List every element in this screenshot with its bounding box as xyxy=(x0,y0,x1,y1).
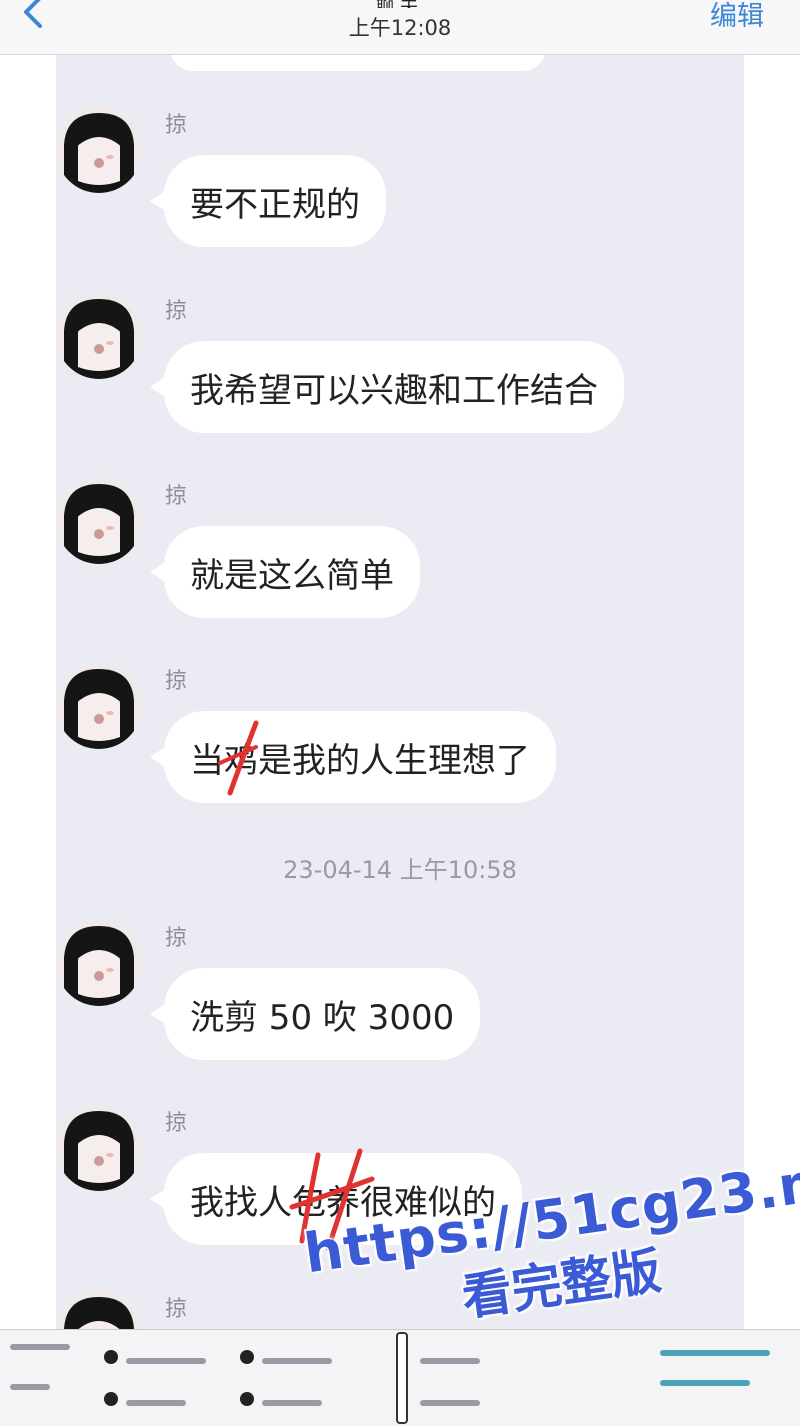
message-bubble[interactable]: 要不正规的 xyxy=(164,155,386,247)
avatar-image xyxy=(56,478,142,564)
thumb-text-line xyxy=(10,1384,50,1390)
sender-name: 掠 xyxy=(165,113,188,138)
thumb-avatar xyxy=(104,1350,118,1364)
message-bubble[interactable]: 就是这么简单 xyxy=(164,526,420,618)
chat-title: 聊天 xyxy=(0,0,800,8)
edit-button[interactable]: 编辑 xyxy=(710,0,764,33)
thumb-text-line xyxy=(10,1344,70,1350)
message-bubble[interactable]: 洗剪 50 吹 3000 xyxy=(164,968,481,1060)
sender-name: 掠 xyxy=(165,1297,188,1322)
chat-area[interactable]: 掠 要不正规的 掠 我希望可以兴趣和工作结合 掠 就是这么简单 掠 当鸡是我的人… xyxy=(56,55,744,1329)
avatar[interactable] xyxy=(56,1105,142,1191)
thumb-avatar xyxy=(240,1392,254,1406)
thumb-avatar xyxy=(240,1350,254,1364)
message-bubble[interactable]: 我希望可以兴趣和工作结合 xyxy=(164,341,624,433)
avatar-image xyxy=(56,293,142,379)
thumb-text-line xyxy=(126,1400,186,1406)
message-row: 掠 洗剪 50 吹 3000 xyxy=(56,920,744,1080)
message-bubble[interactable]: 当鸡是我的人生理想了 xyxy=(164,711,556,803)
avatar[interactable] xyxy=(56,1291,142,1329)
message-row: 掠 要不正规的 xyxy=(56,107,744,267)
previous-message-bubble xyxy=(170,55,546,71)
avatar-image xyxy=(56,1291,142,1329)
navigation-bar: 聊天 上午12:08 编辑 xyxy=(0,0,800,55)
thumb-text-line xyxy=(262,1400,322,1406)
avatar[interactable] xyxy=(56,107,142,193)
message-row: 掠 当鸡是我的人生理想了 xyxy=(56,663,744,823)
avatar-image xyxy=(56,920,142,1006)
timestamp: 23-04-14 上午10:58 xyxy=(283,856,517,884)
sender-name: 掠 xyxy=(165,299,188,324)
sender-name: 掠 xyxy=(165,484,188,509)
avatar-image xyxy=(56,1105,142,1191)
thumb-avatar xyxy=(104,1392,118,1406)
message-row: 掠 我希望可以兴趣和工作结合 xyxy=(56,293,744,453)
avatar-image xyxy=(56,107,142,193)
sender-name: 掠 xyxy=(165,669,188,694)
sender-name: 掠 xyxy=(165,1111,188,1136)
thumb-text-line xyxy=(126,1358,206,1364)
thumb-text-line xyxy=(660,1380,750,1386)
avatar[interactable] xyxy=(56,920,142,1006)
avatar[interactable] xyxy=(56,478,142,564)
nav-time: 上午12:08 xyxy=(348,16,452,40)
sender-name: 掠 xyxy=(165,926,188,951)
message-row: 掠 就是这么简单 xyxy=(56,478,744,638)
avatar[interactable] xyxy=(56,663,142,749)
avatar[interactable] xyxy=(56,293,142,379)
avatar-image xyxy=(56,663,142,749)
